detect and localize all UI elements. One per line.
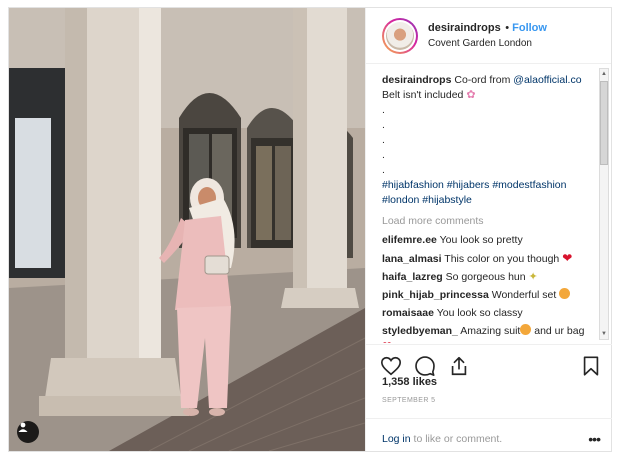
comment-username[interactable]: romaisaae (382, 307, 434, 319)
comment-text: You look so pretty (439, 234, 523, 246)
comment-text: This color on you though (444, 253, 560, 265)
comment-text-after: and ur bag (531, 325, 585, 337)
bookmark-icon[interactable] (580, 355, 602, 377)
post-date[interactable]: SEPTEMBER 5 (382, 397, 435, 404)
comment-text: Amazing suit (460, 325, 521, 337)
scroll-thumb[interactable] (600, 81, 608, 165)
share-icon[interactable] (448, 355, 470, 377)
comment-username[interactable]: lana_almasi (382, 253, 442, 265)
heart-emoji-icon: ❤ (562, 251, 573, 265)
heart-icon[interactable] (380, 355, 402, 377)
comment-username[interactable]: elifemre.ee (382, 234, 437, 246)
sparkle-emoji-icon: ✦ (528, 271, 538, 283)
comment-item: pink_hijab_princessa Wonderful set (382, 288, 594, 303)
caption-dot: . (382, 134, 385, 146)
follow-button[interactable]: Follow (512, 22, 547, 34)
comment-username[interactable]: pink_hijab_princessa (382, 289, 489, 301)
avatar[interactable] (382, 17, 418, 54)
caption-hashtags[interactable]: #hijabfashion #hijabers #modestfashion (382, 178, 594, 193)
caption-dot: . (382, 164, 385, 176)
caption-hashtags[interactable]: #london #hijabstyle (382, 193, 594, 208)
comment-text: Wonderful set (491, 289, 557, 301)
login-link[interactable]: Log in (382, 433, 411, 445)
scroll-down-arrow-icon[interactable]: ▼ (600, 329, 608, 339)
post-side-panel: desiraindrops • Follow Covent Garden Lon… (365, 8, 612, 451)
login-prompt: Log in to like or comment. ••• (366, 418, 612, 451)
post-header: desiraindrops • Follow Covent Garden Lon… (366, 8, 611, 64)
caption-mention[interactable]: @alaofficial.co (513, 74, 581, 86)
load-more-comments-button[interactable]: Load more comments (382, 214, 594, 229)
comment-username[interactable]: haifa_lazreg (382, 271, 443, 283)
comments-scrollbar[interactable]: ▲ ▼ (599, 68, 609, 340)
caption-username[interactable]: desiraindrops (382, 74, 451, 86)
likes-count[interactable]: 1,358 likes (382, 376, 437, 388)
post-photo[interactable] (9, 8, 365, 451)
caption-dot: . (382, 119, 385, 131)
heart-emoji-icon: ❤ (382, 339, 392, 343)
caption-dot: . (382, 104, 385, 116)
comment-item: romaisaae You look so classy (382, 306, 594, 321)
caption-line-2: Belt isn't included ✿ (382, 88, 594, 103)
post-frame: desiraindrops • Follow Covent Garden Lon… (8, 7, 612, 452)
comments-list[interactable]: desiraindrops Co-ord from @alaofficial.c… (366, 65, 612, 343)
photo-illustration (9, 8, 365, 451)
caption-text: Co-ord from (454, 74, 514, 86)
comment-text: So gorgeous hun (445, 271, 526, 283)
more-options-icon[interactable]: ••• (588, 431, 601, 447)
comment-username[interactable]: styledbyeman_ (382, 325, 458, 337)
author-username[interactable]: desiraindrops (428, 22, 501, 34)
location-link[interactable]: Covent Garden London (428, 36, 547, 52)
login-suffix-text: to like or comment. (410, 433, 503, 445)
user-tag-icon[interactable] (17, 421, 39, 443)
smiley-emoji-icon (520, 324, 532, 335)
caption-dot: . (382, 149, 385, 161)
scroll-up-arrow-icon[interactable]: ▲ (600, 69, 608, 79)
comment-icon[interactable] (414, 355, 436, 377)
caption-belt-text: Belt isn't included (382, 89, 464, 101)
flower-emoji-icon: ✿ (466, 89, 476, 101)
caption-line-1: desiraindrops Co-ord from @alaofficial.c… (382, 73, 594, 88)
comment-item: elifemre.ee You look so pretty (382, 233, 594, 248)
header-text: desiraindrops • Follow Covent Garden Lon… (428, 19, 547, 52)
comment-item: lana_almasi This color on you though ❤ (382, 251, 594, 267)
smiley-emoji-icon (559, 288, 571, 299)
comment-text: You look so classy (436, 307, 523, 319)
comment-item: styledbyeman_ Amazing suit and ur bag ❤ (382, 324, 594, 343)
comment-item: haifa_lazreg So gorgeous hun ✦ (382, 270, 594, 285)
